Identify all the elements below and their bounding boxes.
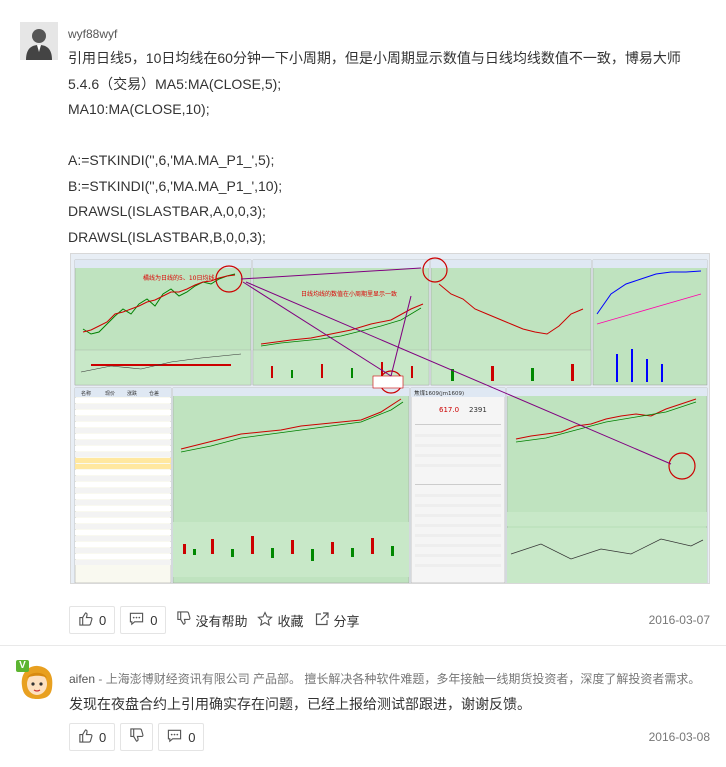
content-line: DRAWSL(ISLASTBAR,A,0,0,3); [68, 203, 266, 219]
content-line: DRAWSL(ISLASTBAR,B,0,0,3); [68, 228, 266, 245]
content-line: B:=STKINDI('',6,'MA.MA_P1_',10); [68, 177, 283, 194]
share-label: 分享 [333, 613, 360, 629]
trading-software-screenshot: 橘线为日线的5、10日均线 日线均线的数值在小周期里显示一致 名称 现价 涨跌 … [71, 254, 709, 583]
content-line: MA10:MA(CLOSE,10); [68, 101, 210, 117]
table-header-price: 现价 [105, 391, 115, 397]
comment-count: 0 [188, 729, 196, 745]
content-line: 引用日线5，10日均线在60分钟一下小周期，但是小周期显示数值与日线均线数值不一… [68, 50, 681, 66]
user-silhouette-icon [20, 22, 58, 60]
like-button[interactable]: 0 [69, 723, 116, 751]
share-button[interactable]: 分享 [314, 611, 360, 630]
content-line: 5.4.6（交易）MA5:MA(CLOSE,5); [68, 75, 282, 92]
verified-badge: V [16, 660, 29, 672]
post-content: 引用日线5，10日均线在60分钟一下小周期，但是小周期显示数值与日线均线数值不一… [68, 46, 708, 250]
quote-volume: 2391 [469, 406, 487, 414]
quote-price: 617.0 [439, 406, 459, 414]
annotation-left: 橘线为日线的5、10日均线 [143, 274, 214, 282]
annotation-middle: 日线均线的数值在小周期里显示一致 [301, 290, 397, 298]
table-header-oi: 仓差 [149, 390, 159, 397]
quote-ticks [415, 424, 501, 567]
user-description: - 上海澎博财经资讯有限公司 产品部。 擅长解决各种软件难题，多年接触一线期货投… [95, 672, 701, 686]
favorite-label: 收藏 [277, 613, 304, 629]
comment-button[interactable]: 0 [120, 606, 167, 634]
content-line [68, 123, 708, 149]
post-date: 2016-03-08 [648, 730, 710, 744]
quote-title: 焦煤1609(jm1609) [414, 389, 464, 397]
comment-icon [129, 611, 144, 629]
comment-button[interactable]: 0 [158, 723, 205, 751]
unhelpful-label: 没有帮助 [195, 613, 248, 629]
comment-icon [167, 728, 182, 746]
table-header-name: 名称 [81, 390, 91, 397]
avatar-default[interactable] [20, 22, 58, 60]
like-button[interactable]: 0 [69, 606, 116, 634]
post-question: wyf88wyf 引用日线5，10日均线在60分钟一下小周期，但是小周期显示数值… [0, 0, 726, 645]
thumbs-down-icon [176, 611, 191, 629]
post2-actions: 0 0 [69, 723, 205, 751]
comment-count: 0 [150, 612, 158, 628]
unhelpful-button[interactable]: 没有帮助 [176, 611, 247, 630]
like-count: 0 [99, 729, 107, 745]
post-reply: V aifen - 上海澎博财经资讯有限公司 产品部。 擅长解决各种软件难题，多… [0, 645, 726, 767]
post1-actions: 0 0 没有帮助 收藏 分享 [69, 606, 360, 634]
thumbs-down-icon [129, 728, 144, 746]
post-date: 2016-03-07 [648, 613, 710, 627]
thumbs-up-icon [78, 611, 93, 629]
dislike-button[interactable] [120, 723, 154, 751]
content-line: A:=STKINDI('',6,'MA.MA_P1_',5); [68, 152, 275, 168]
share-icon [314, 611, 330, 630]
table-header-change: 涨跌 [127, 390, 137, 397]
username-line: aifen - 上海澎博财经资讯有限公司 产品部。 擅长解决各种软件难题，多年接… [69, 670, 700, 687]
like-count: 0 [99, 612, 107, 628]
username[interactable]: aifen [69, 672, 95, 686]
favorite-button[interactable]: 收藏 [257, 610, 304, 630]
attached-screenshot[interactable]: 橘线为日线的5、10日均线 日线均线的数值在小周期里显示一致 名称 现价 涨跌 … [70, 253, 710, 584]
reply-content: 发现在夜盘合约上引用确实存在问题，已经上报给测试部跟进，谢谢反馈。 [69, 696, 531, 712]
thumbs-up-icon [78, 728, 93, 746]
star-icon [257, 610, 274, 630]
username[interactable]: wyf88wyf [68, 27, 117, 41]
